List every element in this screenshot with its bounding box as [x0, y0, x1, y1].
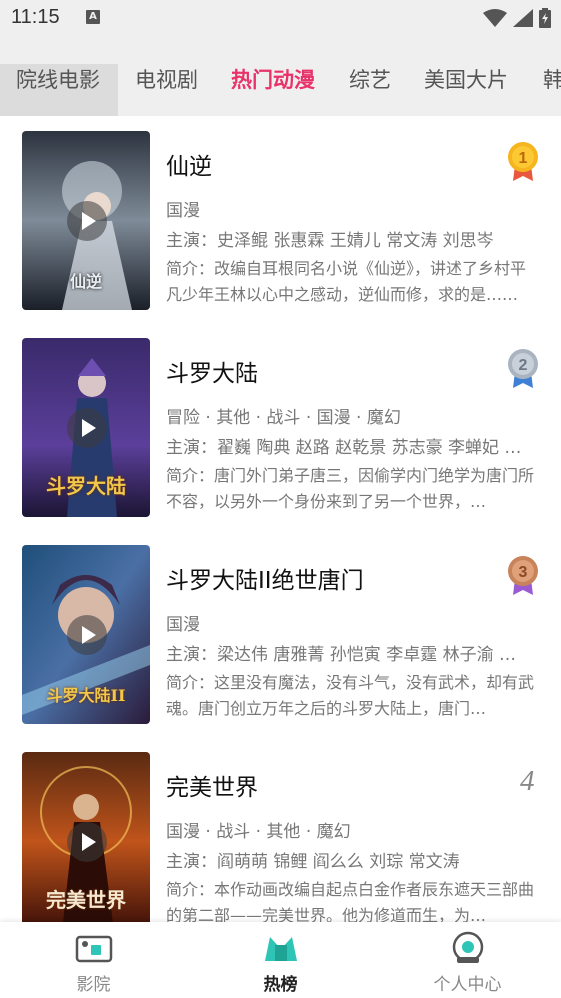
- status-bar: 11:15 A: [0, 0, 561, 38]
- bronze-medal-icon: 3: [508, 556, 538, 595]
- list-item[interactable]: 完美世界 完美世界 国漫 · 战斗 · 其他 · 魔幻 主演：阎萌萌 锦鲤 阎么…: [0, 737, 561, 922]
- bottom-navigation: 影院 热榜 个人中心: [0, 922, 561, 998]
- tab-theater-movies[interactable]: 院线电影: [16, 64, 100, 94]
- list-item[interactable]: 斗罗大陆II 斗罗大陆II绝世唐门 国漫 主演：梁达伟 唐雅菁 孙恺寅 李卓霆 …: [0, 530, 561, 737]
- tab-korean[interactable]: 韩: [543, 64, 561, 94]
- poster-caption: 仙逆: [69, 272, 102, 291]
- item-intro: 简介：本作动画改编自起点白金作者辰东遮天三部曲的第二部——完美世界。他为修道而生…: [166, 880, 535, 922]
- silver-medal-icon: 2: [508, 349, 538, 388]
- item-title: 完美世界: [166, 775, 258, 801]
- item-cast: 主演：梁达伟 唐雅菁 孙恺寅 李卓霆 林子渝 …: [166, 645, 517, 665]
- svg-text:1: 1: [519, 150, 528, 167]
- play-icon[interactable]: [67, 615, 107, 655]
- list-item[interactable]: 仙逆 仙逆 国漫 主演：史泽鲲 张惠霖 王婧儿 常文涛 刘思岑 简介：改编自耳根…: [0, 116, 561, 323]
- a-box-icon: A: [86, 10, 100, 24]
- poster-image[interactable]: 仙逆: [22, 131, 150, 310]
- rank-number: 4: [520, 765, 535, 797]
- item-intro: 简介：这里没有魔法，没有斗气，没有武术，却有武魂。唐门创立万年之后的斗罗大陆上，…: [166, 673, 535, 718]
- item-title: 斗罗大陆II绝世唐门: [166, 568, 364, 594]
- item-intro: 简介：唐门外门弟子唐三，因偷学内门绝学为唐门所不容，以另外一个身份来到了另一个世…: [166, 466, 535, 511]
- item-title: 斗罗大陆: [166, 361, 258, 387]
- battery-charging-icon: [539, 8, 551, 28]
- poster-image[interactable]: 斗罗大陆II: [22, 545, 150, 724]
- crown-chart-icon: [265, 937, 297, 961]
- nav-label: 个人中心: [433, 975, 502, 995]
- list-item[interactable]: 斗罗大陆 斗罗大陆 冒险 · 其他 · 战斗 · 国漫 · 魔幻 主演：翟巍 陶…: [0, 323, 561, 530]
- tab-variety[interactable]: 综艺: [349, 64, 391, 94]
- tab-us-blockbusters[interactable]: 美国大片: [424, 64, 508, 94]
- category-tabs: 院线电影 电视剧 热门动漫 综艺 美国大片 韩: [0, 38, 561, 116]
- poster-caption: 斗罗大陆: [46, 474, 126, 498]
- item-cast: 主演：史泽鲲 张惠霖 王婧儿 常文涛 刘思岑: [166, 231, 494, 251]
- nav-profile[interactable]: 个人中心: [374, 922, 561, 998]
- play-icon[interactable]: [67, 201, 107, 241]
- item-tags: 国漫 · 战斗 · 其他 · 魔幻: [166, 822, 351, 842]
- ranking-list: 仙逆 仙逆 国漫 主演：史泽鲲 张惠霖 王婧儿 常文涛 刘思岑 简介：改编自耳根…: [0, 116, 561, 922]
- signal-icon: [513, 9, 533, 27]
- wifi-icon: [483, 9, 507, 27]
- status-icons: [483, 8, 551, 28]
- play-icon[interactable]: [67, 822, 107, 862]
- profile-disc-icon: [452, 931, 484, 963]
- nav-hot-list[interactable]: 热榜: [187, 922, 374, 998]
- item-title: 仙逆: [166, 154, 212, 180]
- cinema-camera-icon: [75, 935, 113, 963]
- gold-medal-icon: 1: [508, 142, 538, 181]
- poster-image[interactable]: 完美世界: [22, 752, 150, 922]
- nav-label: 热榜: [263, 975, 298, 995]
- play-icon[interactable]: [67, 408, 107, 448]
- nav-label: 影院: [76, 975, 111, 995]
- poster-image[interactable]: 斗罗大陆: [22, 338, 150, 517]
- tab-hot-anime[interactable]: 热门动漫: [231, 64, 315, 94]
- svg-text:2: 2: [519, 357, 528, 374]
- item-cast: 主演：阎萌萌 锦鲤 阎么么 刘琮 常文涛: [166, 852, 460, 872]
- item-tags: 冒险 · 其他 · 战斗 · 国漫 · 魔幻: [166, 408, 401, 428]
- poster-caption: 完美世界: [46, 888, 126, 912]
- status-time: 11:15: [11, 6, 60, 28]
- item-cast: 主演：翟巍 陶典 赵路 赵乾景 苏志豪 李蝉妃 …: [166, 438, 522, 458]
- nav-cinema[interactable]: 影院: [0, 922, 187, 998]
- item-intro: 简介：改编自耳根同名小说《仙逆》，讲述了乡村平凡少年王林以心中之感动，逆仙而修，…: [166, 259, 527, 304]
- poster-caption: 斗罗大陆II: [46, 686, 126, 705]
- tab-tv-series[interactable]: 电视剧: [135, 64, 198, 94]
- svg-text:3: 3: [519, 564, 528, 581]
- item-tags: 国漫: [166, 201, 200, 221]
- item-tags: 国漫: [166, 615, 200, 635]
